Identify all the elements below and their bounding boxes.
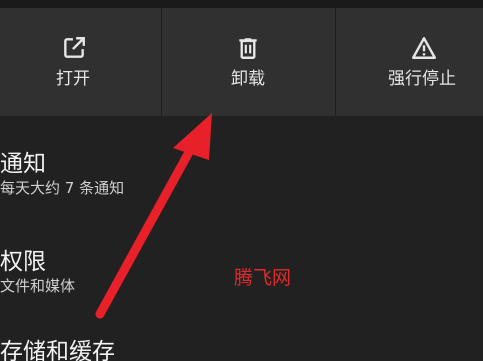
trash-icon — [239, 38, 257, 59]
app-action-bar: 打开 卸载 强行停止 — [0, 8, 483, 116]
open-button-label: 打开 — [56, 69, 90, 89]
notifications-setting[interactable]: 通知 每天大约 7 条通知 — [0, 150, 124, 198]
storage-setting[interactable]: 存储和缓存 — [0, 338, 115, 361]
notifications-title: 通知 — [0, 151, 46, 177]
watermark-text: 腾飞网 — [234, 267, 292, 289]
permissions-summary: 文件和媒体 — [0, 277, 76, 295]
storage-title: 存储和缓存 — [0, 339, 115, 361]
permissions-title: 权限 — [0, 249, 46, 275]
force-stop-button-label: 强行停止 — [388, 69, 456, 89]
warning-icon — [411, 37, 437, 59]
open-button[interactable]: 打开 — [0, 8, 162, 116]
notifications-summary: 每天大约 7 条通知 — [0, 179, 125, 197]
uninstall-button-label: 卸载 — [231, 69, 265, 89]
permissions-setting[interactable]: 权限 文件和媒体 — [0, 248, 75, 296]
uninstall-button[interactable]: 卸载 — [162, 8, 336, 116]
force-stop-button[interactable]: 强行停止 — [336, 8, 483, 116]
top-edge — [0, 0, 483, 8]
open-external-icon — [64, 37, 85, 58]
app-info-screen: 打开 卸载 强行停止 通知 每天大约 7 条通知 权限 文件和媒体 存储和缓存 … — [0, 0, 483, 361]
